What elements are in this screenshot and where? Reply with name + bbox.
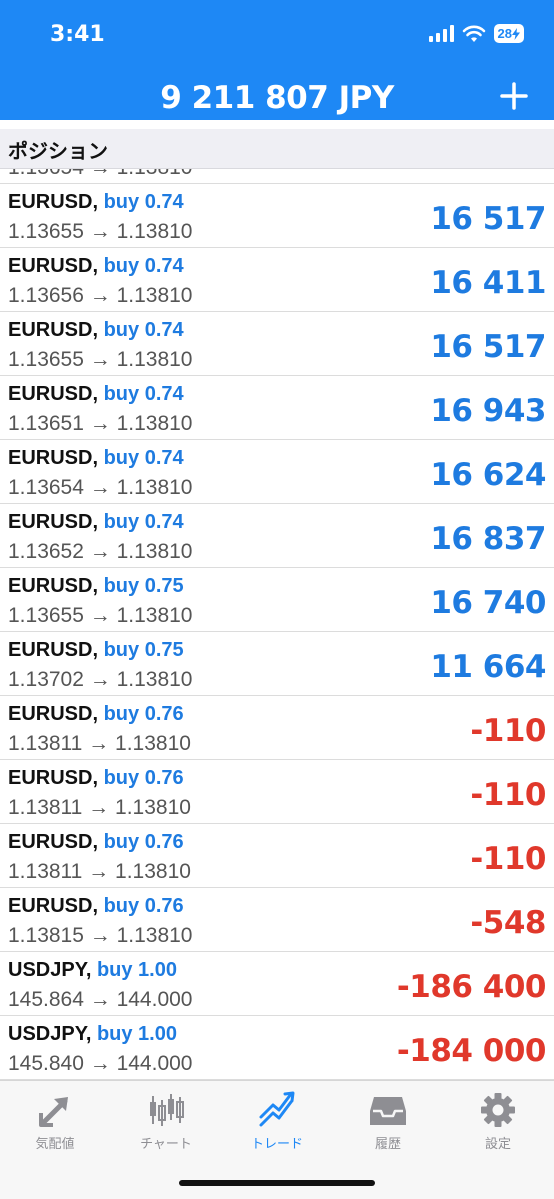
history-tray-icon	[370, 1097, 406, 1125]
position-symbol: EURUSD,	[8, 831, 99, 853]
position-profit: -110	[470, 713, 546, 749]
battery-level: 28	[497, 26, 512, 41]
position-side: buy 0.74	[103, 191, 184, 213]
position-prices: 1.13654 → 1.13810	[8, 476, 193, 499]
position-profit: -184 000	[396, 1033, 547, 1069]
position-row[interactable]: EURUSD, buy 0.75 1.13702 → 1.13810 11 66…	[0, 632, 554, 696]
position-prices: 1.13656 → 1.13810	[8, 284, 193, 307]
position-row[interactable]: EURUSD, buy 0.74 1.13655 → 1.13810 16 51…	[0, 312, 554, 376]
position-profit: 16 517	[430, 201, 546, 237]
positions-list[interactable]: 1.13654 → 1.13810 EURUSD, buy 0.74 1.136…	[0, 120, 554, 1080]
positions-section-header: ポジション	[0, 129, 554, 169]
tab-label: 気配値	[35, 1137, 75, 1152]
position-prices: 145.864 → 144.000	[8, 988, 193, 1011]
position-row[interactable]: EURUSD, buy 0.76 1.13811 → 1.13810 -110	[0, 760, 554, 824]
charging-bolt-icon	[512, 27, 520, 40]
position-side: buy 0.74	[103, 383, 184, 405]
position-row[interactable]: EURUSD, buy 0.75 1.13655 → 1.13810 16 74…	[0, 568, 554, 632]
position-prices: 1.13815 → 1.13810	[8, 924, 193, 947]
wifi-icon	[462, 25, 485, 42]
position-row[interactable]: USDJPY, buy 1.00 145.864 → 144.000 -186 …	[0, 952, 554, 1016]
position-symbol: EURUSD,	[8, 319, 99, 341]
tab-chart[interactable]: チャート	[116, 1091, 216, 1152]
position-prices: 1.13655 → 1.13810	[8, 348, 193, 371]
position-side: buy 1.00	[96, 959, 177, 981]
position-profit: -186 400	[396, 969, 547, 1005]
position-symbol: EURUSD,	[8, 447, 99, 469]
position-prices: 1.13651 → 1.13810	[8, 412, 193, 435]
tab-label: トレード	[250, 1137, 303, 1152]
position-row[interactable]: USDJPY, buy 1.00 145.840 → 144.000 -184 …	[0, 1016, 554, 1080]
position-profit: -110	[470, 777, 546, 813]
section-title: ポジション	[8, 139, 108, 163]
position-row[interactable]: EURUSD, buy 0.74 1.13655 → 1.13810 16 51…	[0, 184, 554, 248]
tab-label: 履歴	[374, 1137, 401, 1152]
position-profit: 16 837	[430, 521, 546, 557]
tab-label: チャート	[140, 1137, 192, 1152]
tab-quotes[interactable]: 気配値	[5, 1091, 105, 1152]
tab-history[interactable]: 履歴	[338, 1091, 438, 1152]
position-profit: -110	[470, 841, 546, 877]
position-symbol: USDJPY,	[8, 1023, 92, 1045]
position-symbol: EURUSD,	[8, 639, 99, 661]
position-row[interactable]: EURUSD, buy 0.76 1.13815 → 1.13810 -548	[0, 888, 554, 952]
position-symbol: EURUSD,	[8, 767, 99, 789]
position-symbol: EURUSD,	[8, 383, 99, 405]
position-profit: 16 740	[430, 585, 546, 621]
cellular-signal-icon	[428, 25, 454, 42]
position-side: buy 0.74	[103, 319, 184, 341]
candlestick-chart-icon	[150, 1094, 184, 1126]
position-symbol: EURUSD,	[8, 255, 99, 277]
position-side: buy 0.74	[103, 255, 184, 277]
account-balance: 9 211 807 JPY	[160, 80, 394, 116]
position-side: buy 0.75	[103, 575, 184, 597]
position-row[interactable]: EURUSD, buy 0.74 1.13652 → 1.13810 16 83…	[0, 504, 554, 568]
position-profit: 16 943	[430, 393, 546, 429]
position-side: buy 0.76	[103, 895, 184, 917]
app-header: 3:41 28 9 211 807 JPY	[0, 0, 554, 129]
status-time: 3:41	[50, 22, 105, 47]
position-symbol: EURUSD,	[8, 895, 99, 917]
position-prices: 1.13655 → 1.13810	[8, 220, 193, 243]
position-side: buy 0.74	[103, 511, 184, 533]
position-row[interactable]: EURUSD, buy 0.74 1.13651 → 1.13810 16 94…	[0, 376, 554, 440]
plus-icon[interactable]	[500, 82, 528, 110]
position-side: buy 0.74	[103, 447, 184, 469]
tab-trade[interactable]: トレード	[227, 1091, 327, 1152]
position-profit: 11 664	[430, 649, 546, 685]
position-side: buy 0.76	[103, 831, 184, 853]
settings-gear-icon	[481, 1093, 515, 1127]
position-profit: 16 624	[430, 457, 546, 493]
position-prices: 1.13702 → 1.13810	[8, 668, 193, 691]
position-row[interactable]: EURUSD, buy 0.74 1.13656 → 1.13810 16 41…	[0, 248, 554, 312]
position-row[interactable]: EURUSD, buy 0.76 1.13811 → 1.13810 -110	[0, 696, 554, 760]
trade-trend-icon	[259, 1091, 295, 1127]
position-prices: 1.13652 → 1.13810	[8, 540, 193, 563]
tab-settings[interactable]: 設定	[448, 1091, 548, 1152]
position-prices: 1.13655 → 1.13810	[8, 604, 193, 627]
position-profit: 16 411	[430, 265, 546, 301]
position-symbol: EURUSD,	[8, 575, 99, 597]
position-row[interactable]: EURUSD, buy 0.76 1.13811 → 1.13810 -110	[0, 824, 554, 888]
status-icons: 28	[428, 24, 524, 43]
position-side: buy 0.76	[103, 703, 184, 725]
position-symbol: EURUSD,	[8, 703, 99, 725]
position-prices: 145.840 → 144.000	[8, 1052, 193, 1075]
position-prices: 1.13811 → 1.13810	[8, 860, 191, 883]
position-symbol: USDJPY,	[8, 959, 92, 981]
position-side: buy 1.00	[96, 1023, 177, 1045]
position-profit: -548	[470, 905, 546, 941]
position-profit: 16 517	[430, 329, 546, 365]
position-side: buy 0.76	[103, 767, 184, 789]
battery-icon: 28	[493, 24, 524, 43]
position-row[interactable]: EURUSD, buy 0.74 1.13654 → 1.13810 16 62…	[0, 440, 554, 504]
position-prices: 1.13811 → 1.13810	[8, 796, 191, 819]
position-symbol: EURUSD,	[8, 511, 99, 533]
tab-label: 設定	[484, 1137, 511, 1152]
home-indicator[interactable]	[179, 1180, 375, 1186]
quotes-arrows-icon	[39, 1097, 68, 1127]
position-symbol: EURUSD,	[8, 191, 99, 213]
position-prices: 1.13811 → 1.13810	[8, 732, 191, 755]
position-side: buy 0.75	[103, 639, 184, 661]
